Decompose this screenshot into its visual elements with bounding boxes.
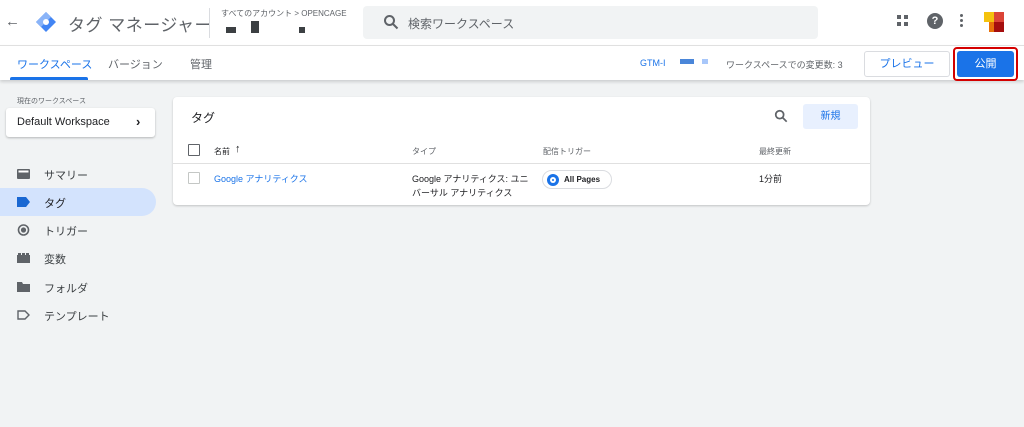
tab-versions[interactable]: バージョン (108, 56, 163, 72)
active-tab-indicator (10, 77, 88, 80)
publish-button[interactable]: 公開 (957, 51, 1014, 77)
back-arrow-icon[interactable]: ← (5, 13, 20, 31)
sidebar-item-label: トリガー (44, 226, 88, 238)
more-vert-icon[interactable] (960, 14, 964, 30)
last-updated: 1分前 (759, 174, 783, 184)
tag-icon (17, 197, 30, 207)
sidebar-item-tags[interactable]: タグ (0, 188, 156, 216)
variable-icon (17, 253, 30, 263)
trigger-chip[interactable]: All Pages (542, 170, 612, 189)
sidebar-item-label: タグ (44, 198, 66, 210)
card-title: タグ (191, 111, 216, 125)
sidebar-item-summary[interactable]: サマリー (0, 160, 156, 188)
row-checkbox[interactable] (188, 172, 200, 184)
sidebar-item-triggers[interactable]: トリガー (0, 216, 156, 244)
trigger-chip-label: All Pages (564, 175, 601, 184)
tag-manager-logo-icon (36, 12, 56, 32)
tag-type: Google アナリティクス: ユニ (412, 174, 529, 184)
app-title: タグ マネージャー (68, 16, 213, 35)
table-row[interactable]: Google アナリティクス Google アナリティクス: ユニ バーサル ア… (173, 164, 870, 202)
workspace-changes-count: ワークスペースでの変更数: 3 (726, 60, 843, 70)
preview-button[interactable]: プレビュー (864, 51, 950, 77)
summary-icon (17, 169, 30, 179)
account-breadcrumb[interactable]: すべてのアカウント > OPENCAGE (221, 8, 347, 19)
tab-workspace[interactable]: ワークスペース (17, 56, 92, 72)
current-workspace-label: 現在のワークスペース (17, 98, 86, 105)
column-header-type[interactable]: タイプ (412, 146, 436, 157)
help-icon[interactable]: ? (927, 13, 943, 29)
sidebar-item-label: 変数 (44, 254, 66, 266)
sidebar-item-label: フォルダ (44, 283, 88, 295)
apps-grid-icon[interactable] (897, 15, 909, 27)
top-app-bar: ← タグ マネージャー すべてのアカウント > OPENCAGE 検索ワークスペ… (0, 0, 1024, 45)
workspace-name: Default Workspace (17, 116, 110, 128)
column-header-updated[interactable]: 最終更新 (759, 146, 791, 157)
tags-card: タグ 新規 名前 ↑ タイプ 配信トリガー 最終更新 Google アナリティク… (173, 97, 870, 205)
template-icon (17, 310, 30, 320)
header-divider (209, 8, 210, 38)
sidebar-item-label: テンプレート (44, 311, 110, 323)
sidebar-item-folders[interactable]: フォルダ (0, 273, 156, 301)
sidebar-item-templates[interactable]: テンプレート (0, 301, 156, 329)
eye-icon (547, 174, 559, 186)
search-icon (384, 15, 399, 30)
tag-name-link[interactable]: Google アナリティクス (214, 172, 308, 185)
tab-admin[interactable]: 管理 (190, 56, 212, 72)
workspace-search-input[interactable]: 検索ワークスペース (363, 6, 818, 39)
account-avatar[interactable] (984, 12, 1004, 32)
chevron-right-icon: › (136, 114, 141, 129)
tag-type-continued: バーサル アナリティクス (412, 188, 513, 198)
select-all-checkbox[interactable] (188, 144, 200, 156)
new-tag-button[interactable]: 新規 (803, 104, 858, 129)
search-icon[interactable] (774, 109, 788, 123)
column-header-trigger[interactable]: 配信トリガー (543, 146, 591, 157)
workspace-nav-bar: ワークスペース バージョン 管理 GTM-I ワークスペースでの変更数: 3 プ… (0, 45, 1024, 81)
search-placeholder: 検索ワークスペース (408, 17, 515, 31)
workspace-selector[interactable]: Default Workspace › (6, 108, 155, 137)
column-header-name[interactable]: 名前 (214, 146, 230, 157)
folder-icon (17, 282, 30, 292)
sidebar-item-variables[interactable]: 変数 (0, 244, 156, 272)
sidebar-item-label: サマリー (44, 170, 88, 182)
table-header-row: 名前 ↑ タイプ 配信トリガー 最終更新 (173, 139, 870, 164)
arrow-up-icon[interactable]: ↑ (235, 143, 241, 155)
container-id[interactable]: GTM-I (640, 58, 666, 68)
trigger-icon (17, 224, 30, 236)
